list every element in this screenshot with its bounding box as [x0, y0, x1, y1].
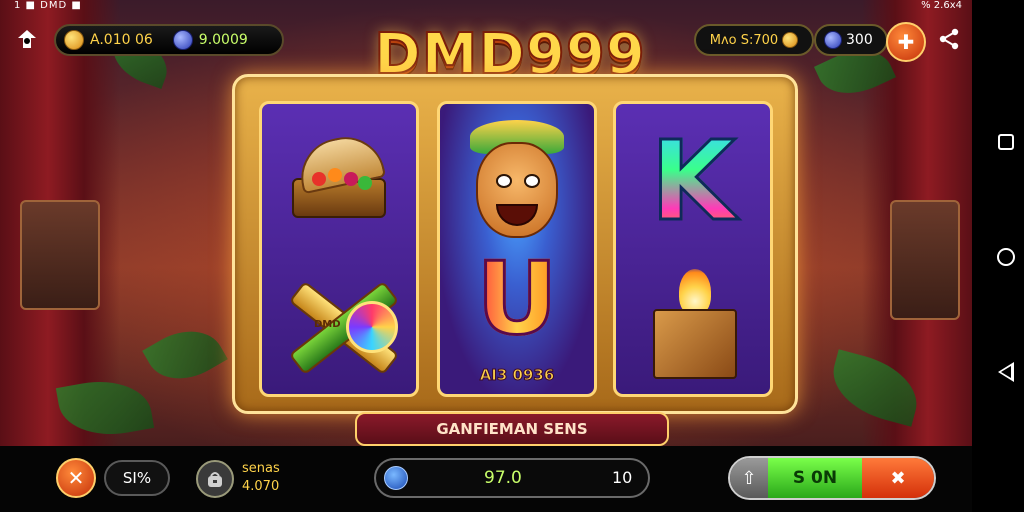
letter-k-symbol: K	[616, 108, 770, 253]
jester-face-symbol	[440, 104, 594, 249]
bet-value: 97.0	[484, 468, 522, 488]
bonus-pill-text: Mʌo S:700	[709, 32, 779, 48]
spin-controls: ⇧ S 0N ✖	[728, 456, 936, 500]
back-icon[interactable]	[998, 362, 1014, 382]
gem-icon	[172, 30, 193, 50]
gems-pill[interactable]: 300	[814, 24, 888, 56]
fire-box-symbol	[616, 252, 770, 394]
letter-k: K	[649, 116, 737, 245]
bet-end-value: 10	[612, 468, 633, 487]
recent-apps-icon[interactable]	[998, 134, 1014, 150]
series-info: senas 4.070	[242, 460, 280, 496]
cross-icon: ✖	[890, 467, 906, 489]
bet-up-button[interactable]: ⇧	[730, 458, 768, 498]
reel-3: K	[613, 101, 773, 397]
status-bar: 1 ■ DMD ■ % 2.6x4	[0, 0, 972, 14]
status-left: 1 ■ DMD ■	[14, 0, 82, 11]
percent-pill[interactable]: SI%	[104, 460, 170, 496]
letter-u-symbol: U	[440, 244, 594, 354]
wallet-bar[interactable]: A.010 06 9.0009	[54, 24, 284, 56]
treasure-chest-symbol	[262, 104, 416, 249]
letter-u: U	[475, 240, 559, 357]
coin-icon	[782, 32, 799, 48]
bet-coin-icon[interactable]	[384, 466, 408, 490]
coin-icon	[64, 30, 84, 50]
reel-2: U AI3 0936	[437, 101, 597, 397]
share-icon[interactable]	[936, 26, 962, 52]
wallet-value-1: A.010 06	[90, 32, 153, 48]
spin-button[interactable]: S 0N	[768, 458, 862, 498]
wallet-value-2: 9.0009	[198, 32, 248, 48]
slot-machine-frame: DMD U AI3 0936 K	[232, 74, 798, 414]
auto-spin-button[interactable]: ✖	[862, 458, 934, 498]
x-bar-text: DMD	[314, 318, 341, 330]
gems-value: 300	[846, 32, 873, 48]
game-banner[interactable]: GANFIEMAN SENS	[355, 412, 669, 446]
bag-button[interactable]	[196, 460, 234, 498]
leaf-decoration	[142, 315, 228, 395]
bonus-pill[interactable]: Mʌo S:700	[694, 24, 814, 56]
series-label: senas	[242, 461, 280, 476]
right-pillar	[890, 200, 960, 320]
bag-icon	[208, 472, 222, 487]
gift-icon: ✚	[897, 30, 915, 54]
close-icon: ✕	[67, 466, 85, 490]
close-button[interactable]: ✕	[56, 458, 96, 498]
arrow-up-icon: ⇧	[741, 467, 757, 489]
left-pillar	[20, 200, 100, 310]
reel-2-caption: AI3 0936	[479, 366, 555, 385]
gift-button[interactable]: ✚	[886, 22, 926, 62]
wild-x-symbol: DMD	[262, 252, 416, 394]
home-circle-icon[interactable]	[997, 248, 1015, 266]
series-value: 4.070	[242, 479, 280, 494]
diamond-icon	[824, 31, 842, 49]
home-icon[interactable]	[14, 26, 40, 52]
status-right: % 2.6x4	[921, 0, 962, 11]
reel-1: DMD	[259, 101, 419, 397]
